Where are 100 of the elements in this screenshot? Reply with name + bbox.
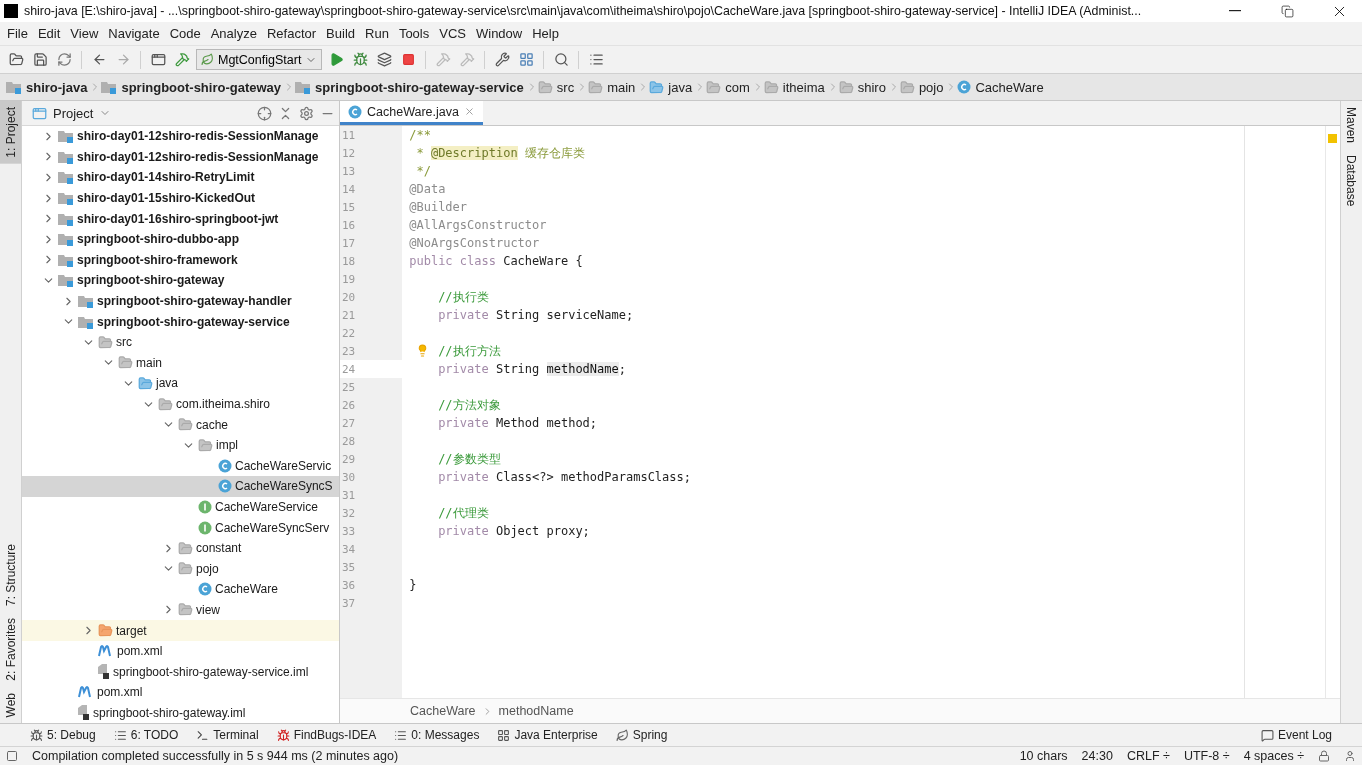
- tree-item[interactable]: springboot-shiro-gateway-handler: [22, 290, 339, 312]
- tool-window-tab[interactable]: FindBugs-IDEA: [276, 728, 377, 742]
- close-icon[interactable]: [463, 106, 475, 117]
- menu-item[interactable]: Help: [527, 26, 564, 41]
- gutter-line: 17: [341, 235, 357, 252]
- menu-item[interactable]: Run: [360, 26, 394, 41]
- tree-item[interactable]: CacheWareService: [22, 496, 339, 518]
- tree-item[interactable]: CacheWareServic: [22, 455, 339, 477]
- panel-title[interactable]: Project: [53, 105, 94, 121]
- inspector-icon[interactable]: [1344, 750, 1356, 762]
- tree-item[interactable]: shiro-day01-16shiro-springboot-jwt: [22, 208, 339, 229]
- tree-item[interactable]: cache: [22, 414, 339, 435]
- tree-item[interactable]: pom.xml: [22, 682, 339, 703]
- tree-item[interactable]: springboot-shiro-dubbo-app: [22, 228, 339, 250]
- breadcrumb-item[interactable]: CacheWare: [957, 79, 1046, 95]
- module-icon: [6, 80, 22, 94]
- menu-item[interactable]: Analyze: [205, 26, 262, 41]
- menu-item[interactable]: Window: [470, 26, 528, 41]
- tree-item[interactable]: springboot-shiro-gateway.iml: [22, 702, 339, 723]
- encoding[interactable]: UTF-8 ÷: [1183, 749, 1230, 763]
- leaf-icon: [201, 53, 214, 66]
- tree-item[interactable]: java: [22, 373, 339, 394]
- tree-item[interactable]: target: [22, 620, 339, 641]
- caret-position[interactable]: 24:30: [1081, 749, 1113, 763]
- run-configuration-dropdown[interactable]: MgtConfigStart: [196, 49, 323, 70]
- folder-icon: [118, 355, 133, 371]
- tree-item[interactable]: shiro-day01-14shiro-RetryLimit: [22, 167, 339, 188]
- editor-tab[interactable]: CacheWare.java: [340, 101, 483, 125]
- settings-icon[interactable]: [299, 105, 314, 121]
- tool-window-tab[interactable]: 2: Favorites: [0, 611, 21, 687]
- tool-window-tab[interactable]: Spring: [615, 728, 668, 742]
- tree-item[interactable]: shiro-day01-12shiro-redis-SessionManage: [22, 146, 339, 168]
- folder-icon: [138, 375, 153, 391]
- breadcrumb-item[interactable]: methodName: [498, 704, 574, 718]
- gutter-line: 29: [341, 451, 357, 468]
- tool-window-tab[interactable]: Terminal: [196, 728, 259, 742]
- lightbulb-icon[interactable]: [416, 344, 429, 357]
- breadcrumb-item[interactable]: CacheWare: [410, 704, 476, 718]
- gutter-line: 31: [341, 487, 357, 504]
- tree-item[interactable]: constant: [22, 537, 339, 559]
- gutter-line: 25: [341, 379, 357, 396]
- tree-item[interactable]: CacheWareSyncServ: [22, 517, 339, 538]
- tree-item[interactable]: com.itheima.shiro: [22, 393, 339, 415]
- tree-item[interactable]: CacheWareSyncS: [22, 476, 339, 497]
- tree-item[interactable]: shiro-day01-12shiro-redis-SessionManage: [22, 126, 339, 147]
- menu-item[interactable]: Build: [321, 26, 360, 41]
- gutter-line: 27: [341, 415, 357, 432]
- tree-item[interactable]: springboot-shiro-framework: [22, 249, 339, 271]
- tree-item[interactable]: view: [22, 599, 339, 621]
- locate-icon[interactable]: [257, 105, 272, 121]
- tree-item[interactable]: springboot-shiro-gateway-service.iml: [22, 661, 339, 683]
- menu-item[interactable]: Refactor: [261, 26, 322, 41]
- code-line: @Builder: [409, 200, 468, 214]
- breadcrumb-item[interactable]: springboot-shiro-gateway: [101, 79, 284, 95]
- menu-item[interactable]: VCS: [434, 26, 471, 41]
- tree-item[interactable]: src: [22, 331, 339, 353]
- tree-item[interactable]: springboot-shiro-gateway: [22, 270, 339, 291]
- tool-window-tab[interactable]: 1: Project: [0, 101, 21, 164]
- tool-window-tab[interactable]: Web: [0, 686, 21, 723]
- menu-item[interactable]: Edit: [32, 26, 66, 41]
- gutter-line: 18: [341, 253, 357, 270]
- indent-setting[interactable]: 4 spaces ÷: [1243, 749, 1304, 763]
- tree-item[interactable]: main: [22, 352, 339, 374]
- folder-icon: [178, 417, 193, 433]
- breadcrumb-item[interactable]: shiro: [838, 79, 888, 95]
- lock-icon[interactable]: [1318, 750, 1330, 762]
- tool-window-tab[interactable]: 5: Debug: [30, 728, 96, 742]
- selection-count: 10 chars: [1019, 749, 1068, 763]
- menu-item[interactable]: View: [65, 26, 104, 41]
- menu-item[interactable]: Navigate: [103, 26, 165, 41]
- breadcrumb-item[interactable]: shiro-java: [6, 79, 90, 95]
- status-message: Compilation completed successfully in 5 s 944 ms (2 minutes ago): [32, 749, 400, 763]
- tree-item[interactable]: springboot-shiro-gateway-service: [22, 311, 339, 332]
- tool-window-tab[interactable]: Maven: [1341, 101, 1361, 150]
- breadcrumb-item[interactable]: java: [649, 79, 695, 95]
- event-log-tab[interactable]: Event Log: [1260, 728, 1332, 742]
- tree-item[interactable]: impl: [22, 434, 339, 456]
- tool-window-tab[interactable]: 6: TODO: [113, 728, 179, 742]
- menu-item[interactable]: Tools: [393, 26, 435, 41]
- tree-item[interactable]: pom.xml: [22, 640, 339, 662]
- module-icon: [78, 294, 94, 309]
- breadcrumb-item[interactable]: src: [537, 79, 577, 95]
- tree-item[interactable]: pojo: [22, 558, 339, 580]
- breadcrumb-item[interactable]: springboot-shiro-gateway-service: [295, 79, 526, 95]
- menu-item[interactable]: Code: [164, 26, 206, 41]
- gutter-line: 16: [341, 217, 357, 234]
- tree-item[interactable]: shiro-day01-15shiro-KickedOut: [22, 187, 339, 209]
- breadcrumb-item[interactable]: main: [588, 79, 638, 95]
- code-line: private String serviceName;: [438, 308, 634, 322]
- panel-toggle-icon[interactable]: [6, 750, 18, 762]
- tool-window-tab[interactable]: 7: Structure: [0, 537, 21, 612]
- menu-item[interactable]: File: [2, 26, 33, 41]
- tree-item[interactable]: CacheWare: [22, 579, 339, 600]
- breadcrumb-item[interactable]: itheima: [763, 79, 827, 95]
- tool-window-tab[interactable]: Java Enterprise: [497, 728, 598, 742]
- breadcrumb-item[interactable]: pojo: [899, 79, 946, 95]
- line-separator[interactable]: CRLF ÷: [1126, 749, 1170, 763]
- tool-window-tab[interactable]: Database: [1341, 149, 1361, 213]
- breadcrumb-item[interactable]: com: [706, 79, 752, 95]
- tool-window-tab[interactable]: 0: Messages: [394, 728, 480, 742]
